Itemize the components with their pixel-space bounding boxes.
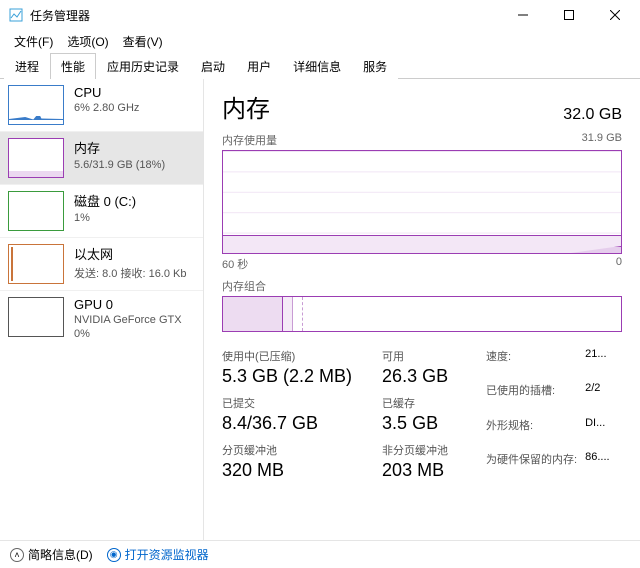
cpu-sub: 6% 2.80 GHz <box>74 102 139 114</box>
slots-value: 2/2 <box>585 382 609 412</box>
tab-app-history[interactable]: 应用历史记录 <box>96 53 190 79</box>
reserved-label: 为硬件保留的内存: <box>486 451 577 481</box>
window-title: 任务管理器 <box>30 7 500 24</box>
main-panel: 内存 32.0 GB 内存使用量 31.9 GB 60 秒 0 内存组合 使用中… <box>204 79 640 541</box>
memory-usage-chart <box>222 150 622 254</box>
menubar: 文件(F) 选项(O) 查看(V) <box>0 30 640 52</box>
committed-value: 8.4/36.7 GB <box>222 413 352 434</box>
tab-services[interactable]: 服务 <box>352 53 398 79</box>
minimize-button[interactable] <box>500 0 546 30</box>
usage-chart-max: 31.9 GB <box>582 132 622 148</box>
nonpaged-value: 203 MB <box>382 460 462 481</box>
tab-bar: 进程 性能 应用历史记录 启动 用户 详细信息 服务 <box>0 52 640 79</box>
speed-label: 速度: <box>486 348 577 378</box>
open-monitor-label: 打开资源监视器 <box>125 546 209 563</box>
ethernet-thumb-chart <box>8 244 64 284</box>
chevron-up-icon: ˄ <box>10 548 24 562</box>
reserved-value: 86.... <box>585 451 609 481</box>
in-use-label: 使用中(已压缩) <box>222 348 352 364</box>
disk-thumb-chart <box>8 191 64 231</box>
gpu-title: GPU 0 <box>74 297 182 312</box>
nonpaged-label: 非分页缓冲池 <box>382 442 462 458</box>
menu-view[interactable]: 查看(V) <box>117 31 169 52</box>
memory-total: 32.0 GB <box>563 106 622 124</box>
tab-users[interactable]: 用户 <box>236 53 282 79</box>
in-use-value: 5.3 GB (2.2 MB) <box>222 366 352 387</box>
axis-right: 0 <box>616 256 622 272</box>
tab-startup[interactable]: 启动 <box>190 53 236 79</box>
memory-sub: 5.6/31.9 GB (18%) <box>74 159 165 171</box>
usage-chart-label: 内存使用量 <box>222 132 277 148</box>
sidebar-item-cpu[interactable]: CPU 6% 2.80 GHz <box>0 79 203 131</box>
tab-details[interactable]: 详细信息 <box>282 53 352 79</box>
memory-composition-chart <box>222 296 622 332</box>
disk-title: 磁盘 0 (C:) <box>74 191 136 210</box>
axis-left: 60 秒 <box>222 256 248 272</box>
titlebar: 任务管理器 <box>0 0 640 30</box>
page-title: 内存 <box>222 89 270 124</box>
gpu-thumb-chart <box>8 297 64 337</box>
monitor-icon: ◉ <box>107 548 121 562</box>
menu-options[interactable]: 选项(O) <box>61 31 114 52</box>
gpu-sub: NVIDIA GeForce GTX <box>74 314 182 326</box>
app-icon <box>8 7 24 23</box>
gpu-sub2: 0% <box>74 328 182 340</box>
footer: ˄ 简略信息(D) ◉ 打开资源监视器 <box>0 540 640 568</box>
form-label: 外形规格: <box>486 417 577 447</box>
form-value: DI... <box>585 417 609 447</box>
cached-value: 3.5 GB <box>382 413 462 434</box>
window-controls <box>500 0 638 30</box>
content-area: CPU 6% 2.80 GHz 内存 5.6/31.9 GB (18%) 磁盘 … <box>0 79 640 541</box>
eth-sub: 发送: 8.0 接收: 16.0 Kb <box>74 265 187 281</box>
fewer-details-button[interactable]: ˄ 简略信息(D) <box>10 546 93 563</box>
performance-sidebar: CPU 6% 2.80 GHz 内存 5.6/31.9 GB (18%) 磁盘 … <box>0 79 204 541</box>
menu-file[interactable]: 文件(F) <box>8 31 59 52</box>
close-button[interactable] <box>592 0 638 30</box>
tab-performance[interactable]: 性能 <box>50 53 96 79</box>
memory-thumb-chart <box>8 138 64 178</box>
available-value: 26.3 GB <box>382 366 462 387</box>
sidebar-item-ethernet[interactable]: 以太网 发送: 8.0 接收: 16.0 Kb <box>0 237 203 290</box>
fewer-details-label: 简略信息(D) <box>28 546 93 563</box>
paged-value: 320 MB <box>222 460 352 481</box>
tab-processes[interactable]: 进程 <box>4 53 50 79</box>
paged-label: 分页缓冲池 <box>222 442 352 458</box>
maximize-button[interactable] <box>546 0 592 30</box>
sidebar-item-memory[interactable]: 内存 5.6/31.9 GB (18%) <box>0 131 203 184</box>
memory-title: 内存 <box>74 138 165 157</box>
memory-stats: 使用中(已压缩) 5.3 GB (2.2 MB) 可用 26.3 GB 已提交 … <box>222 348 622 481</box>
speed-value: 21... <box>585 348 609 378</box>
disk-sub: 1% <box>74 212 136 224</box>
available-label: 可用 <box>382 348 462 364</box>
cpu-title: CPU <box>74 85 139 100</box>
sidebar-item-gpu[interactable]: GPU 0 NVIDIA GeForce GTX 0% <box>0 290 203 346</box>
cached-label: 已缓存 <box>382 395 462 411</box>
eth-title: 以太网 <box>74 244 187 263</box>
slots-label: 已使用的插槽: <box>486 382 577 412</box>
sidebar-item-disk[interactable]: 磁盘 0 (C:) 1% <box>0 184 203 237</box>
open-resource-monitor-link[interactable]: ◉ 打开资源监视器 <box>107 546 209 563</box>
composition-label: 内存组合 <box>222 278 622 294</box>
cpu-thumb-chart <box>8 85 64 125</box>
committed-label: 已提交 <box>222 395 352 411</box>
